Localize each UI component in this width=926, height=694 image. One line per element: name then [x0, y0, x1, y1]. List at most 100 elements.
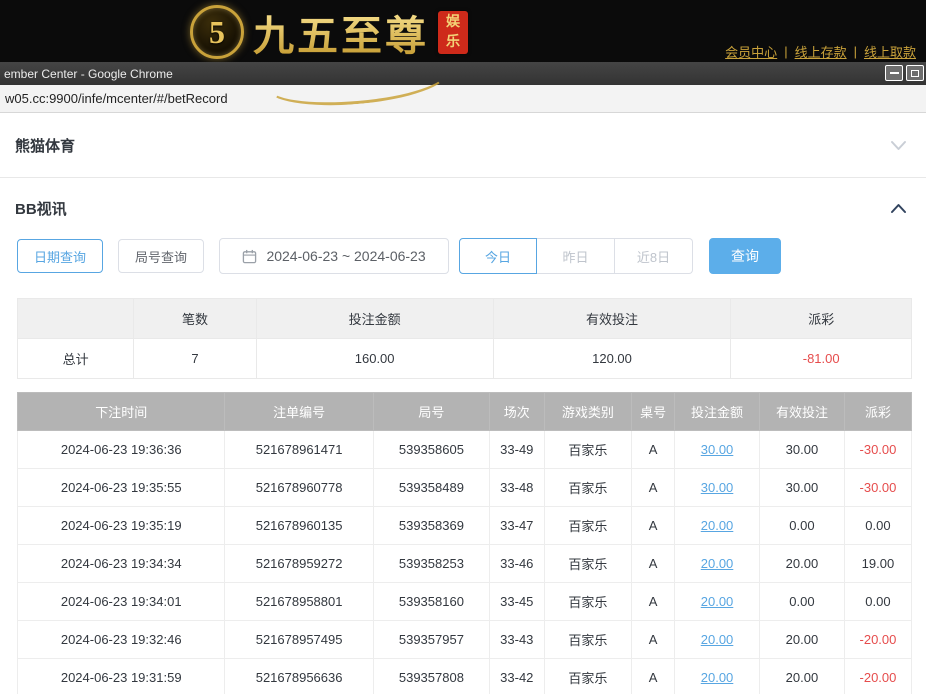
restore-window-icon[interactable]	[906, 65, 924, 81]
cell-time: 2024-06-23 19:35:55	[18, 469, 225, 507]
cell-bet-amount[interactable]: 20.00	[675, 507, 760, 545]
cell-bet-amount[interactable]: 20.00	[675, 545, 760, 583]
cell-game-type: 百家乐	[544, 659, 632, 694]
bet-row: 2024-06-23 19:35:19521678960135539358369…	[18, 507, 912, 545]
cell-valid-bet: 20.00	[759, 545, 844, 583]
cell-payout: -30.00	[844, 431, 911, 469]
summary-header-blank	[18, 299, 134, 339]
bet-amount-link[interactable]: 30.00	[701, 480, 734, 495]
brand-badge: 娱 乐	[438, 11, 468, 54]
header-payout: 派彩	[844, 393, 911, 431]
bet-row: 2024-06-23 19:31:59521678956636539357808…	[18, 659, 912, 694]
cell-payout: -20.00	[844, 659, 911, 694]
cell-payout: -30.00	[844, 469, 911, 507]
summary-header-payout: 派彩	[731, 299, 912, 339]
url-text: w05.cc:9900/infe/mcenter/#/betRecord	[5, 91, 228, 106]
search-button[interactable]: 查询	[709, 238, 781, 274]
cell-game-type: 百家乐	[544, 621, 632, 659]
nav-member-center[interactable]: 会员中心	[725, 42, 777, 61]
chevron-down-icon[interactable]	[890, 140, 907, 151]
cell-game-type: 百家乐	[544, 545, 632, 583]
header-session: 场次	[490, 393, 545, 431]
summary-payout: -81.00	[731, 339, 912, 379]
browser-addressbar[interactable]: w05.cc:9900/infe/mcenter/#/betRecord	[0, 85, 926, 113]
cell-bet-amount[interactable]: 20.00	[675, 621, 760, 659]
summary-table: 笔数 投注金额 有效投注 派彩 总计 7 160.00 120.00 -81.0…	[17, 298, 912, 379]
brand-name: 九五至尊	[253, 2, 429, 62]
bet-amount-link[interactable]: 20.00	[701, 632, 734, 647]
bet-amount-link[interactable]: 20.00	[701, 518, 734, 533]
round-query-button[interactable]: 局号查询	[118, 239, 204, 273]
cell-bet-amount[interactable]: 30.00	[675, 431, 760, 469]
bet-amount-link[interactable]: 20.00	[701, 670, 734, 685]
header-bet-amount: 投注金额	[675, 393, 760, 431]
cell-bet-amount[interactable]: 20.00	[675, 583, 760, 621]
cell-bet-amount[interactable]: 20.00	[675, 659, 760, 694]
nav-separator: |	[784, 44, 787, 59]
cell-session: 33-42	[490, 659, 545, 694]
bet-amount-link[interactable]: 30.00	[701, 442, 734, 457]
site-header: 5 九五至尊 娱 乐 会员中心 | 线上存款 | 线上取款	[0, 0, 926, 62]
cell-round-number: 539357808	[373, 659, 489, 694]
window-controls	[885, 65, 924, 81]
cell-table-number: A	[632, 621, 675, 659]
cell-round-number: 539358369	[373, 507, 489, 545]
bet-row: 2024-06-23 19:36:36521678961471539358605…	[18, 431, 912, 469]
cell-time: 2024-06-23 19:31:59	[18, 659, 225, 694]
bet-row: 2024-06-23 19:34:34521678959272539358253…	[18, 545, 912, 583]
accordion-bb-video[interactable]: BB视讯	[0, 178, 926, 238]
cell-game-type: 百家乐	[544, 431, 632, 469]
window-title: ember Center - Google Chrome	[4, 67, 173, 81]
nav-deposit[interactable]: 线上存款	[795, 42, 847, 61]
cell-bet-number: 521678957495	[225, 621, 373, 659]
cell-round-number: 539358160	[373, 583, 489, 621]
cell-valid-bet: 20.00	[759, 621, 844, 659]
window-titlebar[interactable]: ember Center - Google Chrome	[0, 62, 926, 85]
cell-time: 2024-06-23 19:32:46	[18, 621, 225, 659]
chevron-up-icon[interactable]	[890, 203, 907, 214]
accordion-panda-sports[interactable]: 熊猫体育	[0, 113, 926, 177]
nav-withdraw[interactable]: 线上取款	[864, 42, 916, 61]
bet-amount-link[interactable]: 20.00	[701, 556, 734, 571]
quick-range-group: 今日 昨日 近8日	[459, 238, 693, 274]
cell-table-number: A	[632, 507, 675, 545]
cell-session: 33-43	[490, 621, 545, 659]
today-button[interactable]: 今日	[459, 238, 537, 274]
cell-payout: 19.00	[844, 545, 911, 583]
bet-row: 2024-06-23 19:35:55521678960778539358489…	[18, 469, 912, 507]
minimize-icon[interactable]	[885, 65, 903, 81]
cell-valid-bet: 0.00	[759, 583, 844, 621]
cell-valid-bet: 20.00	[759, 659, 844, 694]
bet-row: 2024-06-23 19:32:46521678957495539357957…	[18, 621, 912, 659]
last-8-days-button[interactable]: 近8日	[615, 238, 693, 274]
summary-valid-bet: 120.00	[493, 339, 731, 379]
cell-bet-amount[interactable]: 30.00	[675, 469, 760, 507]
cell-round-number: 539357957	[373, 621, 489, 659]
cell-valid-bet: 30.00	[759, 469, 844, 507]
badge-char-2: 乐	[446, 32, 460, 52]
date-query-button[interactable]: 日期查询	[17, 239, 103, 273]
yesterday-button[interactable]: 昨日	[537, 238, 615, 274]
cell-table-number: A	[632, 469, 675, 507]
coin-number: 5	[209, 14, 225, 51]
header-valid-bet: 有效投注	[759, 393, 844, 431]
cell-time: 2024-06-23 19:34:34	[18, 545, 225, 583]
cell-bet-number: 521678960778	[225, 469, 373, 507]
cell-game-type: 百家乐	[544, 507, 632, 545]
bet-amount-link[interactable]: 20.00	[701, 594, 734, 609]
panda-sports-title: 熊猫体育	[15, 135, 75, 156]
header-time: 下注时间	[18, 393, 225, 431]
date-range-input[interactable]: 2024-06-23 ~ 2024-06-23	[219, 238, 449, 274]
cell-session: 33-49	[490, 431, 545, 469]
cell-session: 33-46	[490, 545, 545, 583]
cell-round-number: 539358605	[373, 431, 489, 469]
cell-session: 33-47	[490, 507, 545, 545]
cell-bet-number: 521678958801	[225, 583, 373, 621]
cell-time: 2024-06-23 19:34:01	[18, 583, 225, 621]
nav-separator: |	[854, 44, 857, 59]
summary-header-bet-amount: 投注金额	[256, 299, 493, 339]
cell-payout: 0.00	[844, 507, 911, 545]
bet-table-body: 2024-06-23 19:36:36521678961471539358605…	[18, 431, 912, 694]
cell-table-number: A	[632, 583, 675, 621]
summary-header-valid-bet: 有效投注	[493, 299, 731, 339]
